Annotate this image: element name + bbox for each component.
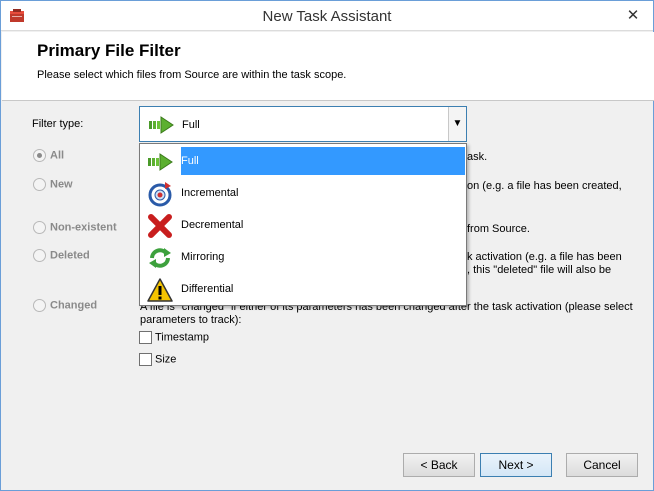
radio-new[interactable]: New: [33, 178, 73, 191]
warning-triangle-icon: [147, 278, 173, 302]
dropdown-item-decremental[interactable]: Decremental: [141, 209, 465, 241]
green-cycle-icon: [149, 248, 171, 268]
checkbox-box[interactable]: [139, 331, 152, 344]
page-subtitle: Please select which files from Source ar…: [37, 69, 347, 81]
dropdown-item-label: Decremental: [181, 219, 244, 231]
radio-all-description: ask.: [467, 151, 488, 163]
checkbox-label: Timestamp: [155, 331, 209, 344]
checkbox-size[interactable]: Size: [139, 353, 176, 366]
dropdown-item-full[interactable]: Full: [141, 145, 465, 177]
radio-deleted-description-2: , this "deleted" file will also be: [467, 264, 612, 276]
window-title: New Task Assistant: [262, 8, 392, 25]
radio-label: Changed: [50, 299, 98, 312]
filter-type-dropdown-list: Full Incremental Decremental Mirroring D…: [139, 143, 467, 306]
new-task-assistant-window: New Task Assistant ✕ Primary File Filter…: [0, 0, 654, 491]
dropdown-item-label: Differential: [181, 283, 234, 295]
page-title: Primary File Filter: [37, 41, 181, 60]
radio-label: All: [50, 149, 65, 162]
next-button[interactable]: Next >: [480, 453, 552, 477]
filter-type-selected-value: Full: [182, 119, 200, 131]
radio-non-existent-description: from Source.: [467, 223, 530, 235]
radio-button[interactable]: [33, 178, 46, 191]
dropdown-item-label: Full: [181, 155, 199, 167]
cancel-button[interactable]: Cancel: [566, 453, 638, 477]
dropdown-item-label: Mirroring: [181, 251, 225, 263]
chevron-down-icon[interactable]: ▼: [448, 107, 466, 141]
radio-button[interactable]: [33, 299, 46, 312]
radio-deleted-description-1: k activation (e.g. a file has been: [467, 251, 622, 263]
dropdown-item-incremental[interactable]: Incremental: [141, 177, 465, 209]
body-area: Filter type: Full ▼ All ask. New on (e.g…: [2, 102, 654, 442]
radio-label: Non-existent: [50, 221, 117, 234]
dropdown-item-mirroring[interactable]: Mirroring: [141, 241, 465, 273]
radio-all[interactable]: All: [33, 149, 64, 162]
dropdown-item-differential[interactable]: Differential: [141, 273, 465, 305]
radio-button[interactable]: [33, 221, 46, 234]
checkbox-label: Size: [155, 353, 177, 366]
radio-label: Deleted: [50, 249, 90, 262]
checkbox-box[interactable]: [139, 353, 152, 366]
close-button[interactable]: ✕: [621, 5, 645, 27]
title-bar[interactable]: New Task Assistant ✕: [1, 1, 653, 31]
radio-button[interactable]: [33, 249, 46, 262]
radio-changed-description-2: parameters to track):: [140, 314, 242, 326]
red-x-icon: [148, 214, 172, 238]
header-panel: Primary File Filter Please select which …: [2, 32, 654, 101]
radio-changed[interactable]: Changed: [33, 299, 97, 312]
filter-type-label: Filter type:: [32, 118, 84, 130]
selection-highlight: [181, 147, 465, 175]
radio-button[interactable]: [33, 149, 46, 162]
dropdown-item-label: Incremental: [181, 187, 239, 199]
radio-new-description: on (e.g. a file has been created,: [467, 180, 622, 192]
radio-deleted[interactable]: Deleted: [33, 249, 90, 262]
green-arrow-icon: [148, 153, 173, 171]
green-arrow-icon: [149, 116, 174, 134]
filter-type-combobox[interactable]: Full ▼: [139, 106, 467, 142]
back-button[interactable]: < Back: [403, 453, 475, 477]
incremental-target-icon: [148, 182, 172, 207]
radio-label: New: [50, 178, 73, 191]
radio-non-existent[interactable]: Non-existent: [33, 221, 117, 234]
checkbox-timestamp[interactable]: Timestamp: [139, 331, 209, 344]
